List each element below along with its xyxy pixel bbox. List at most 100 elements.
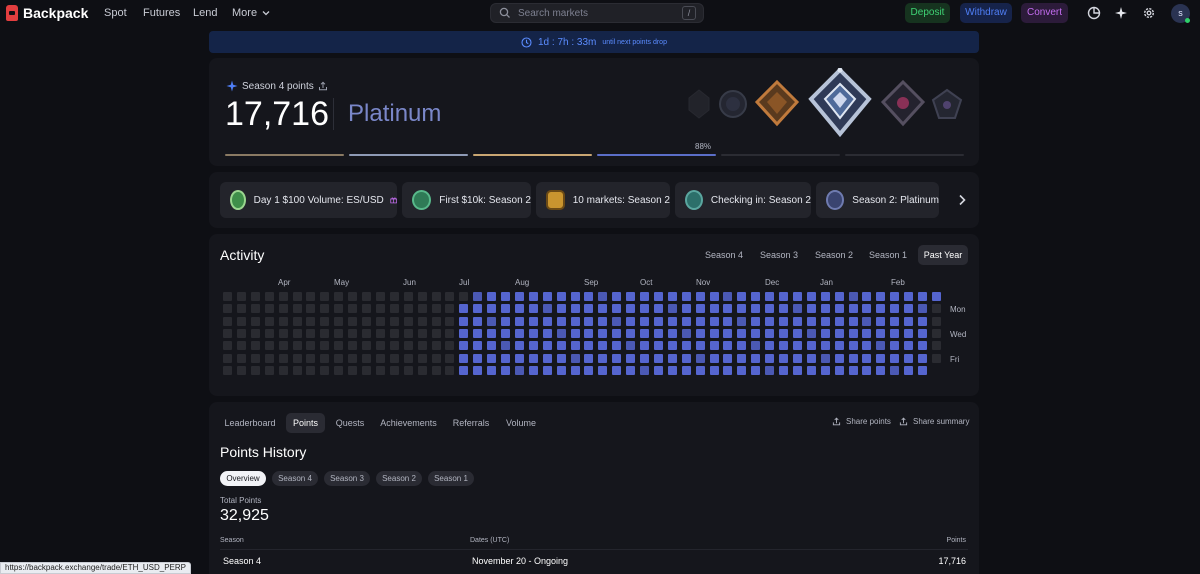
- online-status-dot: [1185, 18, 1190, 23]
- pie-chart-icon[interactable]: [1087, 6, 1101, 20]
- brand-logo[interactable]: Backpack: [6, 5, 88, 21]
- filter-season-3[interactable]: Season 3: [324, 471, 370, 486]
- chevron-right-icon: [959, 194, 966, 206]
- achievement-chip[interactable]: First $10k: Season 2: [402, 182, 531, 218]
- scroll-next-button[interactable]: [945, 182, 979, 218]
- nav-futures[interactable]: Futures: [143, 7, 180, 19]
- activity-day-cell: [695, 316, 705, 326]
- share-summary-label: Share summary: [913, 417, 970, 426]
- tab-points[interactable]: Points: [286, 413, 325, 433]
- share-points-button[interactable]: Share points: [832, 417, 891, 426]
- activity-day-cell: [626, 353, 636, 363]
- activity-day-cell: [375, 304, 385, 314]
- activity-day-cell: [528, 304, 538, 314]
- activity-day-cell: [264, 353, 274, 363]
- convert-button[interactable]: Convert: [1021, 3, 1068, 23]
- activity-day-cell: [417, 353, 427, 363]
- activity-day-cell: [612, 292, 622, 301]
- activity-day-cell: [904, 341, 914, 351]
- activity-day-cell: [598, 341, 608, 351]
- activity-day-cell: [876, 316, 886, 326]
- gear-icon[interactable]: [1142, 6, 1156, 20]
- activity-day-cell: [820, 341, 830, 351]
- activity-day-cell: [792, 304, 802, 314]
- activity-day-cell: [320, 353, 330, 363]
- achievement-chip[interactable]: 10 markets: Season 2: [536, 182, 670, 218]
- withdraw-button[interactable]: Withdraw: [960, 3, 1012, 23]
- activity-day-cell: [389, 353, 399, 363]
- activity-day-cell: [403, 304, 413, 314]
- countdown-timer: 1d : 7h : 33m: [538, 36, 597, 48]
- activity-day-cell: [834, 292, 844, 301]
- activity-day-cell: [570, 341, 580, 351]
- activity-day-cell: [890, 316, 900, 326]
- tab-achievements[interactable]: Achievements: [375, 413, 442, 433]
- activity-day-cell: [514, 365, 524, 375]
- tab-quests[interactable]: Quests: [330, 413, 370, 433]
- share-summary-button[interactable]: Share summary: [899, 417, 969, 426]
- filter-season-2[interactable]: Season 2: [376, 471, 422, 486]
- filter-overview[interactable]: Overview: [220, 471, 266, 486]
- activity-day-cell: [723, 341, 733, 351]
- activity-day-cell: [737, 353, 747, 363]
- activity-day-cell: [779, 304, 788, 314]
- search-input[interactable]: Search markets /: [490, 3, 704, 23]
- filter-season-4[interactable]: Season 4: [272, 471, 318, 486]
- activity-day-cell: [779, 341, 788, 351]
- activity-day-cell: [473, 292, 483, 301]
- activity-day-cell: [779, 365, 788, 375]
- share-points-label: Share points: [846, 417, 891, 426]
- nav-more[interactable]: More: [232, 7, 270, 19]
- activity-day-cell: [931, 292, 941, 301]
- activity-day-cell: [584, 353, 594, 363]
- activity-day-cell: [626, 304, 636, 314]
- calendar-20-icon: [685, 190, 703, 210]
- activity-day-cell: [931, 341, 941, 351]
- activity-day-cell: [348, 292, 358, 301]
- nav-lend[interactable]: Lend: [193, 7, 217, 19]
- tier-progress-segment: [349, 154, 468, 156]
- tier-progress-segment: [597, 154, 716, 156]
- tab-referrals[interactable]: Referrals: [447, 413, 495, 433]
- activity-day-cell: [362, 304, 371, 314]
- activity-day-cell: [779, 316, 788, 326]
- filter-season-1[interactable]: Season 1: [428, 471, 474, 486]
- activity-day-cell: [931, 328, 941, 338]
- activity-day-cell: [779, 292, 788, 301]
- activity-day-cell: [528, 365, 538, 375]
- achievements-strip: Day 1 $100 Volume: ES/USD First $10k: Se…: [209, 172, 979, 228]
- nav-spot[interactable]: Spot: [104, 7, 127, 19]
- activity-day-cell: [862, 365, 872, 375]
- activity-day-cell: [709, 304, 719, 314]
- achievement-chip[interactable]: Checking in: Season 2: [675, 182, 811, 218]
- activity-day-cell: [264, 328, 274, 338]
- activity-day-cell: [723, 304, 733, 314]
- activity-day-cell: [459, 353, 469, 363]
- achievement-chip[interactable]: Day 1 $100 Volume: ES/USD: [220, 182, 397, 218]
- tab-volume[interactable]: Volume: [500, 413, 542, 433]
- deposit-button[interactable]: Deposit: [905, 3, 950, 23]
- activity-day-cell: [375, 353, 385, 363]
- activity-day-cell: [584, 341, 594, 351]
- activity-day-cell: [598, 316, 608, 326]
- activity-day-cell: [236, 292, 246, 301]
- activity-day-cell: [653, 353, 663, 363]
- activity-day-cell: [320, 365, 330, 375]
- activity-day-cell: [403, 292, 413, 301]
- achievement-chip[interactable]: Season 2: Platinum: [816, 182, 939, 218]
- activity-day-cell: [626, 328, 636, 338]
- activity-day-cell: [751, 304, 761, 314]
- activity-day-cell: [236, 316, 246, 326]
- activity-day-cell: [236, 341, 246, 351]
- activity-day-cell: [556, 328, 566, 338]
- tab-leaderboard[interactable]: Leaderboard: [220, 413, 280, 433]
- activity-day-cell: [806, 304, 816, 314]
- activity-day-cell: [681, 292, 691, 301]
- activity-day-cell: [570, 304, 580, 314]
- total-points-value: 32,925: [220, 507, 269, 524]
- activity-day-cell: [612, 341, 622, 351]
- activity-day-cell: [459, 341, 469, 351]
- sparkle-icon[interactable]: [1114, 6, 1128, 20]
- share-icon[interactable]: [318, 81, 328, 91]
- countdown-suffix: until next points drop: [602, 38, 667, 46]
